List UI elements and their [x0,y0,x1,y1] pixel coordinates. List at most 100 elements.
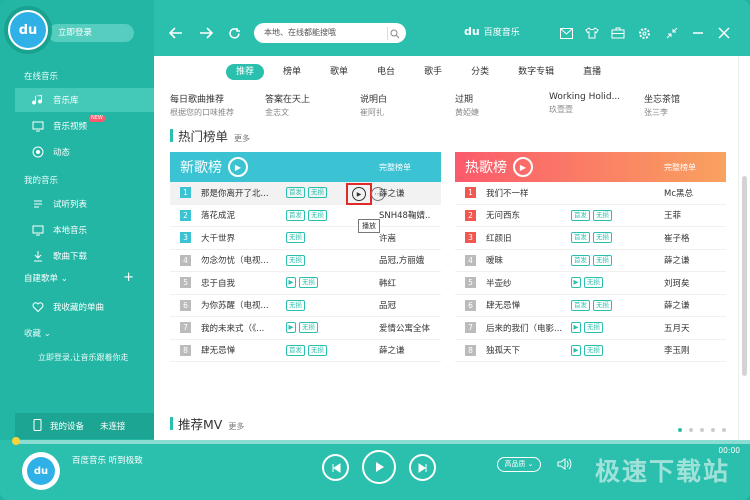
login-button[interactable]: 立即登录 [48,24,134,42]
tab-playlists[interactable]: 歌单 [320,64,358,80]
table-row[interactable]: 2 落花成泥 首发 无损 SNH48鞠婧... [170,205,441,227]
mv-icon[interactable]: ▶ [571,344,581,356]
song-title[interactable]: 大千世界 [201,232,283,244]
mv-icon[interactable]: ▶ [286,277,296,289]
row-play-button[interactable]: ▶ [346,183,372,205]
minimize-icon[interactable] [690,25,706,41]
artist-name[interactable]: 品冠,方丽娥 [379,254,431,266]
table-row[interactable]: 8 独孤天下 ▶ 无损 李玉刚 [455,340,726,362]
song-title[interactable]: 我的未来式（《... [201,322,283,334]
artist-name[interactable]: 李玉刚 [664,344,716,356]
recommend-item[interactable]: Working Holid... 玖壹壹 [549,92,620,115]
mv-icon[interactable]: ▶ [571,322,581,334]
artist-name[interactable]: Mc黑总 [664,187,716,199]
song-title[interactable]: 红颜旧 [486,232,568,244]
sidebar-item-local-music[interactable]: 本地音乐 [15,218,154,242]
table-row[interactable]: 7 我的未来式（《... ▶ 无损 爱情公寓全体 [170,317,441,340]
table-row[interactable]: 2 无问西东 首发 无损 王菲 [455,205,726,227]
song-title[interactable]: 忠于自我 [201,277,283,289]
previous-button[interactable] [322,454,349,481]
song-title[interactable]: 为你苏醒（电视... [201,299,283,311]
artist-name[interactable]: 爱情公寓全体 [379,322,431,334]
scrollbar-thumb[interactable] [742,176,747,376]
full-chart-link[interactable]: 完整榜单 [664,162,696,173]
artist-name[interactable]: 品冠 [379,299,431,311]
progress-bar[interactable] [12,437,750,445]
table-row[interactable]: 4 勿念勿忧（电视... 无损 品冠,方丽娥 [170,250,441,272]
sidebar-item-trial-list[interactable]: 试听列表 [15,192,154,216]
play-button[interactable] [362,450,396,484]
custom-playlist-toggle[interactable]: 自建歌单 ⌄ [24,272,68,284]
artist-name[interactable]: 刘珂矣 [664,277,716,289]
login-tip-link[interactable]: 立即登录,让音乐跟着你走 [38,352,129,363]
settings-gear-icon[interactable] [636,25,652,41]
song-title[interactable]: 独孤天下 [486,344,568,356]
table-row[interactable]: 3 红颜旧 首发 无损 崔子格 [455,227,726,250]
close-icon[interactable] [716,25,732,41]
song-title[interactable]: 落花成泥 [201,209,283,221]
tab-digital-albums[interactable]: 数字专辑 [508,64,564,80]
table-row[interactable]: 6 肆无忌惮 首发 无损 薛之谦 [455,295,726,317]
mini-mode-icon[interactable] [664,25,680,41]
search-input[interactable]: 本地、在线都能搜哦 [254,23,406,43]
my-device-bar[interactable]: 我的设备 未连接 [15,413,154,439]
forward-icon[interactable] [198,25,214,41]
avatar[interactable]: du [4,6,52,54]
table-row[interactable]: 5 半壶纱 ▶ 无损 刘珂矣 [455,272,726,295]
table-row[interactable]: 6 为你苏醒（电视... 无损 品冠 [170,295,441,317]
volume-icon[interactable] [557,457,573,474]
play-all-icon[interactable]: ▶ [228,157,248,177]
more-link[interactable]: 更多 [234,133,250,144]
tab-charts[interactable]: 榜单 [273,64,311,80]
sidebar-item-favorites[interactable]: 我收藏的单曲 [15,295,154,319]
song-title[interactable]: 那是你离开了北... [201,187,283,199]
mv-icon[interactable]: ▶ [571,277,581,289]
carousel-dot[interactable] [722,428,726,432]
next-button[interactable] [409,454,436,481]
artist-name[interactable]: SNH48鞠婧... [379,209,431,221]
song-title[interactable]: 后来的我们（电影... [486,322,568,334]
album-cover[interactable]: du [22,452,60,490]
sidebar-item-activity[interactable]: 动态 [15,140,154,164]
song-title[interactable]: 肆无忌惮 [486,299,568,311]
artist-name[interactable]: 许嵩 [379,232,431,244]
recommend-item[interactable]: 答案在天上 金志文 [265,92,310,118]
table-row[interactable]: 3 大千世界 无损 许嵩 [170,227,441,250]
carousel-dot[interactable] [678,428,682,432]
add-playlist-button[interactable]: + [123,270,134,285]
carousel-dot[interactable] [700,428,704,432]
collect-section-toggle[interactable]: 收藏 ⌄ [24,327,51,339]
tab-radio[interactable]: 电台 [367,64,405,80]
tab-singers[interactable]: 歌手 [414,64,452,80]
song-title[interactable]: 无问西东 [486,209,568,221]
search-icon[interactable] [387,27,400,40]
artist-name[interactable]: 王菲 [664,209,716,221]
artist-name[interactable]: 薛之谦 [664,299,716,311]
artist-name[interactable]: 韩红 [379,277,431,289]
scrollbar[interactable] [738,56,750,440]
refresh-icon[interactable] [226,25,242,41]
progress-knob[interactable] [12,437,20,445]
quality-select[interactable]: 高品质 ⌄ [497,457,541,472]
sidebar-item-downloads[interactable]: 歌曲下载 [15,244,154,268]
carousel-dot[interactable] [711,428,715,432]
sidebar-item-music-video[interactable]: 音乐视频 NEW [15,114,154,138]
table-row[interactable]: 8 肆无忌惮 首发 无损 薛之谦 [170,340,441,362]
artist-name[interactable]: 薛之谦 [664,254,716,266]
table-row[interactable]: 5 忠于自我 ▶ 无损 韩红 [170,272,441,295]
sidebar-item-music-library[interactable]: 音乐库 [15,88,154,112]
artist-name[interactable]: 崔子格 [664,232,716,244]
recommend-item[interactable]: 说明白 崔阿扎 [360,92,387,118]
mv-icon[interactable]: ▶ [286,322,296,334]
song-title[interactable]: 半壶纱 [486,277,568,289]
play-all-icon[interactable]: ▶ [513,157,533,177]
table-row[interactable]: 1 那是你离开了北... 首发 无损 ▶ ⋯ 薛之谦 [170,182,441,205]
song-title[interactable]: 我们不一样 [486,187,568,199]
artist-name[interactable]: 薛之谦 [379,187,431,199]
song-title[interactable]: 肆无忌惮 [201,344,283,356]
song-title[interactable]: 暧昧 [486,254,568,266]
table-row[interactable]: 4 暧昧 首发 无损 薛之谦 [455,250,726,272]
more-link[interactable]: 更多 [228,421,244,432]
carousel-dot[interactable] [689,428,693,432]
table-row[interactable]: 7 后来的我们（电影... ▶ 无损 五月天 [455,317,726,340]
